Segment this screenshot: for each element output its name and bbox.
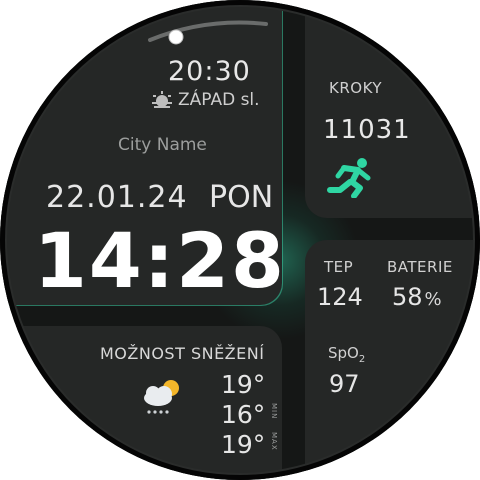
temperature-current: 19° [221, 370, 266, 399]
progress-knob [168, 29, 184, 45]
battery-value: 58 [392, 283, 423, 311]
min-label: MIN [270, 403, 278, 420]
runner-icon [327, 158, 371, 198]
spo2-label-sub: 2 [358, 354, 366, 366]
date: 22.01.24 [46, 180, 188, 215]
max-label: MAX [270, 432, 278, 451]
sunset-icon [152, 91, 172, 108]
steps-label: KROKY [329, 79, 383, 97]
heart-rate-label: TEP [324, 258, 354, 276]
spo2-value: 97 [329, 370, 360, 398]
spo2-label-main: SpO [328, 344, 359, 362]
steps-value: 11031 [323, 115, 411, 145]
sunset-label: ZÁPAD sl. [178, 90, 260, 110]
temperature-max: 19° [221, 430, 266, 459]
battery-label: BATERIE [387, 258, 453, 276]
spo2-label: SpO2 [328, 343, 365, 365]
main-clock[interactable]: 14:28 [34, 216, 286, 305]
battery-unit: % [424, 289, 442, 310]
weekday: PON [209, 180, 274, 215]
battery-readout: 58% [392, 283, 442, 311]
heart-rate-value: 124 [317, 283, 363, 311]
sunset-time: 20:30 [168, 56, 251, 87]
watch-face: 20:30 ZÁPAD sl. City Name 22.01.24 PON 1… [0, 0, 480, 480]
temperature-min: 16° [221, 400, 266, 429]
snow-cloud-sun-icon [144, 380, 179, 414]
weather-title: MOŽNOST SNĚŽENÍ [100, 344, 265, 363]
city-name: City Name [118, 135, 207, 155]
